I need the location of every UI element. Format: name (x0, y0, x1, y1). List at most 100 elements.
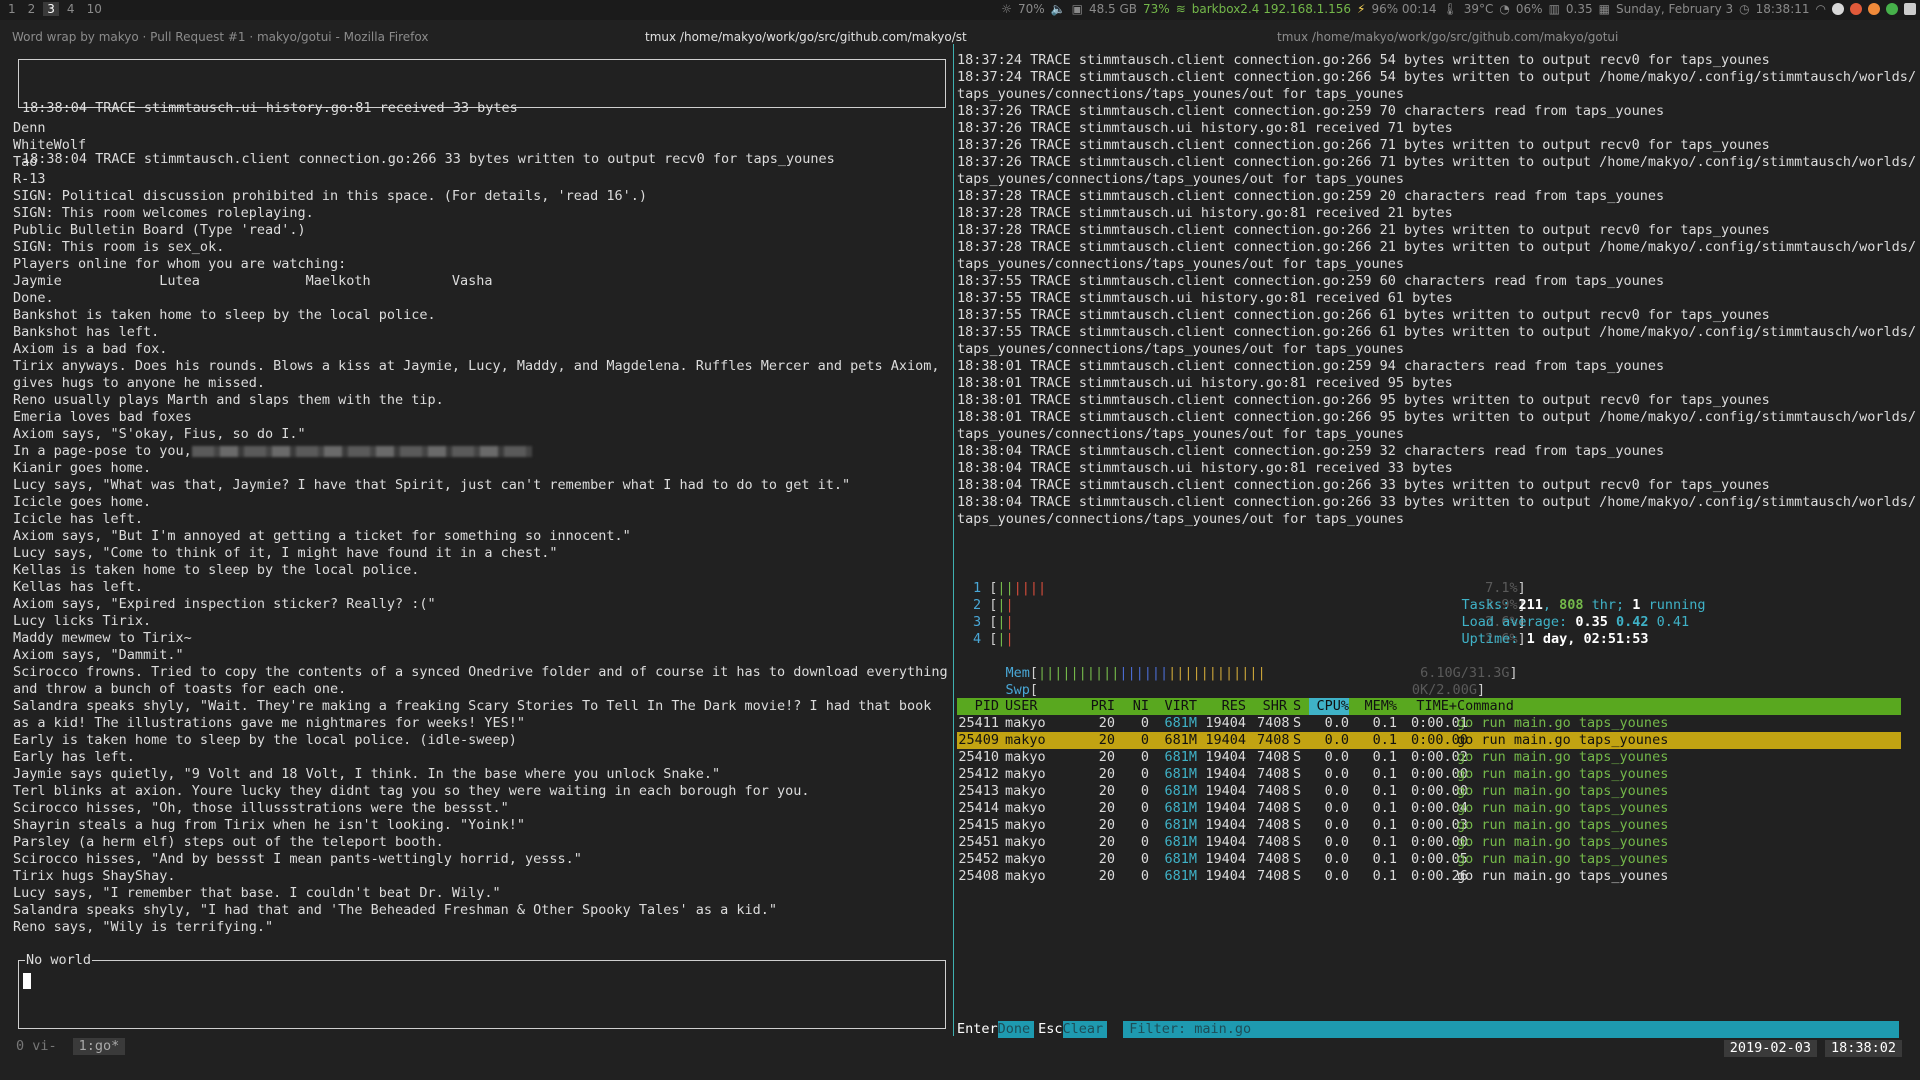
column-header[interactable]: PID (957, 698, 999, 715)
process-pid: 25410 (958, 749, 999, 765)
center-window-title[interactable]: tmux /home/makyo/work/go/src/github.com/… (645, 30, 967, 44)
process-pid: 25451 (958, 834, 999, 850)
pane-divider[interactable] (953, 44, 954, 1036)
log-line: taps_younes/connections/taps_younes/out … (957, 341, 1405, 357)
process-row[interactable]: 25414 makyo 20 0 681M 19404 7408 S 0.0 0.1 0:00.04… (957, 800, 1901, 817)
chat-line: gives hugs to anyone he missed. (13, 375, 948, 392)
filter-input[interactable]: Filter: main.go (1123, 1021, 1900, 1038)
column-header[interactable]: SHR (1257, 698, 1287, 715)
chat-output: Denn WhiteWolf Tao R-13 SIGN: Political disc… (13, 120, 948, 936)
column-header[interactable]: RES (1202, 698, 1246, 715)
chat-line: Jaymie Lutea Maelkoth Vasha (13, 273, 948, 290)
load-icon: ▥ (1548, 2, 1560, 16)
done-button[interactable]: Done (997, 1021, 1035, 1038)
process-time: 0:00.01 (1411, 715, 1468, 731)
firefox-window-title[interactable]: Word wrap by makyo · Pull Request #1 · m… (12, 30, 428, 44)
chat-line: Done. (13, 290, 948, 307)
process-row[interactable]: 25410 makyo 20 0 681M 19404 7408 S 0.0 0.1 0:00.02… (957, 749, 1901, 766)
htop-panel[interactable]: 1 [|||||| 7.1%] 2 [|| 3.9%] 3 [|| 2.6%] … (957, 574, 1901, 884)
app-tray-icon[interactable] (1850, 3, 1862, 15)
process-pid: 25408 (958, 868, 999, 884)
speaker-icon[interactable]: 🔈 (1051, 2, 1066, 16)
log-line: 18:37:26 TRACE stimmtausch.client connec… (957, 103, 1665, 119)
tmux-window-1[interactable]: 1:go* (72, 1038, 126, 1055)
check-tray-icon[interactable] (1886, 3, 1898, 15)
chat-line: Axiom says, "Dammit." (13, 647, 948, 664)
process-shr: 7408 (1257, 851, 1290, 867)
column-header[interactable]: TIME+ (1411, 698, 1457, 715)
chat-line: Axiom says, "But I'm annoyed at getting … (13, 528, 948, 545)
process-cpu: 0.0 (1324, 783, 1349, 799)
column-header[interactable]: VIRT (1157, 698, 1197, 715)
process-table-header[interactable]: PID USER PRI NI VIRT RES SHR S CPU% MEM% TIME+ Comm… (957, 698, 1901, 715)
meter-bracket: [ (981, 614, 998, 630)
process-res: 19404 (1205, 851, 1246, 867)
column-header[interactable]: USER (1005, 698, 1075, 715)
disk-icon: ▣ (1071, 2, 1083, 16)
chat-text: gives hugs to anyone he missed. (13, 375, 265, 391)
process-cpu: 0.0 (1324, 732, 1349, 748)
process-cpu: 0.0 (1324, 715, 1349, 731)
process-cpu: 0.0 (1324, 817, 1349, 833)
workspace-button[interactable]: 1 (4, 2, 20, 16)
log-line: 18:37:28 TRACE stimmtausch.client connec… (957, 188, 1665, 204)
column-header[interactable]: MEM% (1357, 698, 1397, 715)
command-input[interactable]: No world (18, 952, 946, 1029)
process-virt: 681M (1164, 851, 1197, 867)
cpu-bar-user: | (997, 597, 1006, 613)
column-header[interactable]: Command (1457, 698, 1817, 715)
workspace-button[interactable]: 2 (24, 2, 40, 16)
chat-text: Tirix anyways. Does his rounds. Blows a … (13, 358, 940, 374)
meter-gap (1046, 580, 1485, 596)
enter-key: Enter (957, 1021, 998, 1037)
wifi-tray-icon[interactable]: ◠ (1816, 2, 1826, 16)
swap-value: 0K/2.00G (1411, 682, 1477, 698)
right-window-title[interactable]: tmux /home/makyo/work/go/src/github.com/… (1277, 30, 1618, 44)
log-line: taps_younes/connections/taps_younes/out … (957, 171, 1405, 187)
firefox-tray-icon[interactable] (1868, 3, 1880, 15)
column-header[interactable]: S (1293, 698, 1305, 715)
workspace-button[interactable]: 4 (63, 2, 79, 16)
process-row[interactable]: 25409 makyo 20 0 681M 19404 7408 S 0.0 0.1 0:00.00… (957, 732, 1901, 749)
process-row[interactable]: 25415 makyo 20 0 681M 19404 7408 S 0.0 0.1 0:00.03… (957, 817, 1901, 834)
chat-text: SIGN: Political discussion prohibited in… (13, 188, 647, 204)
process-virt: 681M (1164, 766, 1197, 782)
left-terminal-pane[interactable]: 18:38:04 TRACE stimmtausch.ui history.go… (0, 44, 953, 1064)
column-header[interactable]: PRI (1087, 698, 1115, 715)
dropbox-tray-icon[interactable] (1832, 3, 1844, 15)
workspace-button[interactable]: 3 (43, 2, 59, 16)
workspace-button[interactable]: 10 (83, 2, 106, 16)
process-row[interactable]: 25408 makyo 20 0 681M 19404 7408 S 0.0 0.1 0:00.26… (957, 868, 1901, 885)
chat-text: SIGN: This room is sex_ok. (13, 239, 225, 255)
process-res: 19404 (1205, 868, 1246, 884)
chat-line: WhiteWolf (13, 137, 948, 154)
process-time: 0:00.02 (1411, 749, 1468, 765)
process-row[interactable]: 25411 makyo 20 0 681M 19404 7408 S 0.0 0.1 0:00.01… (957, 715, 1901, 732)
temperature-value: 39°C (1463, 2, 1494, 16)
process-res: 19404 (1205, 834, 1246, 850)
load-15: 0.41 (1656, 614, 1690, 630)
meter-gap (1014, 614, 1485, 630)
chat-line: Bankshot has left. (13, 324, 948, 341)
uptime-value: 1 day, 02:51:53 (1526, 631, 1649, 647)
process-user: makyo (1005, 851, 1046, 867)
column-header[interactable]: NI (1127, 698, 1149, 715)
cpu-value: 06% (1515, 2, 1543, 16)
chat-line: Icicle has left. (13, 511, 948, 528)
meter-bracket: [ (981, 580, 998, 596)
chat-text: Done. (13, 290, 54, 306)
cpu-bar-user: | (997, 631, 1006, 647)
process-row[interactable]: 25451 makyo 20 0 681M 19404 7408 S 0.0 0.1 0:00.00… (957, 834, 1901, 851)
clock-icon: ◷ (1739, 2, 1750, 16)
process-ni: 0 (1140, 834, 1149, 850)
cpu-bar-system: | (1005, 597, 1014, 613)
clear-button[interactable]: Clear (1062, 1021, 1108, 1038)
tmux-window-0[interactable]: 0 vi- (16, 1038, 57, 1055)
log-line: taps_younes/connections/taps_younes/out … (957, 86, 1405, 102)
process-row[interactable]: 25413 makyo 20 0 681M 19404 7408 S 0.0 0.1 0:00.00… (957, 783, 1901, 800)
column-header[interactable]: CPU% (1309, 698, 1349, 715)
process-row[interactable]: 25412 makyo 20 0 681M 19404 7408 S 0.0 0.1 0:00.00… (957, 766, 1901, 783)
network-tray-icon[interactable] (1904, 3, 1916, 15)
process-row[interactable]: 25452 makyo 20 0 681M 19404 7408 S 0.0 0.1 0:00.05… (957, 851, 1901, 868)
cpu-bar-user: || (997, 580, 1014, 596)
